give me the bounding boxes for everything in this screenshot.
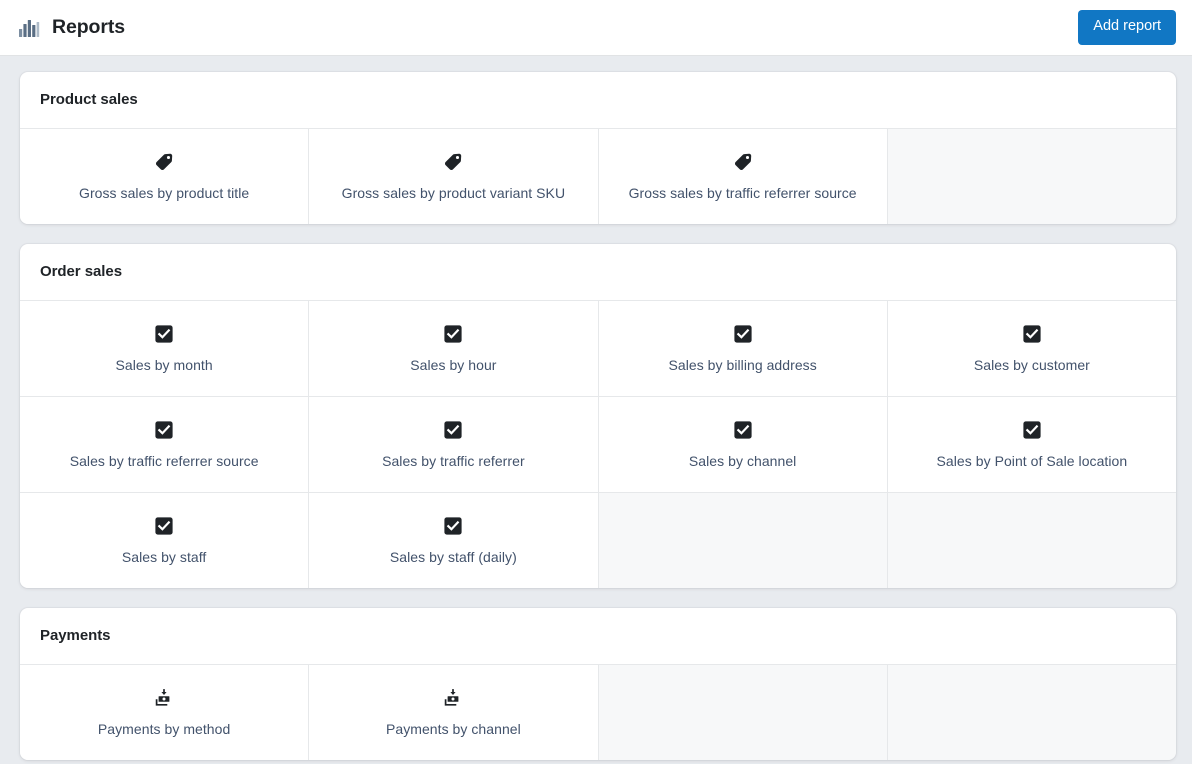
report-tile-label: Sales by Point of Sale location bbox=[936, 453, 1128, 470]
report-tile[interactable]: Payments by channel bbox=[309, 665, 598, 760]
section-title: Payments bbox=[40, 627, 111, 644]
report-tile-label: Sales by billing address bbox=[668, 357, 817, 374]
checkbox-checked-icon bbox=[154, 324, 174, 344]
checkbox-checked-icon bbox=[733, 324, 753, 344]
report-tile[interactable]: Gross sales by product variant SKU bbox=[309, 129, 598, 224]
top-bar-right: Add report bbox=[1078, 10, 1176, 45]
report-tile[interactable]: Gross sales by product title bbox=[20, 129, 309, 224]
section-header: Order sales bbox=[20, 244, 1176, 301]
report-tile[interactable]: Sales by staff (daily) bbox=[309, 493, 598, 588]
cash-deposit-icon bbox=[154, 688, 174, 708]
add-report-button[interactable]: Add report bbox=[1078, 10, 1176, 45]
cash-deposit-icon bbox=[443, 688, 463, 708]
report-tile[interactable]: Sales by customer bbox=[887, 301, 1176, 396]
section-title: Product sales bbox=[40, 91, 138, 108]
tag-icon bbox=[154, 152, 174, 172]
checkbox-checked-icon bbox=[1022, 420, 1042, 440]
section-title: Order sales bbox=[40, 263, 123, 280]
report-tile-grid: Payments by method Payments by channel bbox=[20, 665, 1176, 760]
report-tile-label: Sales by month bbox=[115, 357, 213, 374]
section-header: Product sales bbox=[20, 72, 1176, 129]
report-tile-grid: Sales by month Sales by hour Sales by bill… bbox=[20, 301, 1176, 588]
report-tile[interactable]: Sales by traffic referrer source bbox=[20, 397, 309, 492]
report-tile[interactable]: Sales by billing address bbox=[598, 301, 887, 396]
section-header: Payments bbox=[20, 608, 1176, 665]
checkbox-checked-icon bbox=[733, 420, 753, 440]
empty-grid-cell bbox=[598, 493, 887, 588]
report-tile[interactable]: Sales by staff bbox=[20, 493, 309, 588]
report-tile[interactable]: Sales by channel bbox=[598, 397, 887, 492]
checkbox-checked-icon bbox=[443, 420, 463, 440]
checkbox-checked-icon bbox=[443, 324, 463, 344]
empty-grid-cell bbox=[598, 665, 887, 760]
empty-grid-cell bbox=[887, 493, 1176, 588]
report-section-card: Order sales Sales by month Sales by hour Sa… bbox=[20, 244, 1176, 588]
report-sections: Product sales Gross sales by product titl… bbox=[20, 72, 1176, 760]
report-tile[interactable]: Sales by traffic referrer bbox=[309, 397, 598, 492]
empty-grid-cell bbox=[887, 665, 1176, 760]
tag-icon bbox=[443, 152, 463, 172]
report-tile-label: Gross sales by traffic referrer source bbox=[628, 185, 857, 202]
page-content: Product sales Gross sales by product titl… bbox=[0, 56, 1192, 764]
report-tile-label: Sales by staff bbox=[121, 549, 207, 566]
report-tile-label: Gross sales by product variant SKU bbox=[341, 185, 566, 202]
report-tile-label: Payments by channel bbox=[385, 721, 521, 738]
checkbox-checked-icon bbox=[443, 516, 463, 536]
report-tile-label: Sales by channel bbox=[688, 453, 797, 470]
report-tile[interactable]: Gross sales by traffic referrer source bbox=[598, 129, 887, 224]
report-section-card: Payments Payments by method Payments by ch… bbox=[20, 608, 1176, 760]
report-tile-label: Sales by traffic referrer source bbox=[69, 453, 259, 470]
report-tile-label: Payments by method bbox=[97, 721, 231, 738]
tag-icon bbox=[733, 152, 753, 172]
bar-chart-icon bbox=[18, 17, 40, 39]
report-tile-label: Sales by customer bbox=[973, 357, 1090, 374]
report-tile[interactable]: Payments by method bbox=[20, 665, 309, 760]
checkbox-checked-icon bbox=[154, 420, 174, 440]
empty-grid-cell bbox=[887, 129, 1176, 224]
report-tile[interactable]: Sales by hour bbox=[309, 301, 598, 396]
report-tile-grid: Gross sales by product title Gross sales … bbox=[20, 129, 1176, 224]
report-tile-label: Sales by traffic referrer bbox=[382, 453, 525, 470]
report-tile-label: Sales by staff (daily) bbox=[389, 549, 517, 566]
report-tile-label: Gross sales by product title bbox=[79, 185, 250, 202]
top-bar: Reports Add report bbox=[0, 0, 1192, 56]
checkbox-checked-icon bbox=[154, 516, 174, 536]
report-section-card: Product sales Gross sales by product titl… bbox=[20, 72, 1176, 224]
top-bar-left: Reports bbox=[18, 17, 125, 39]
report-tile[interactable]: Sales by month bbox=[20, 301, 309, 396]
report-tile-label: Sales by hour bbox=[410, 357, 497, 374]
report-tile[interactable]: Sales by Point of Sale location bbox=[887, 397, 1176, 492]
checkbox-checked-icon bbox=[1022, 324, 1042, 344]
page-title: Reports bbox=[52, 15, 125, 38]
